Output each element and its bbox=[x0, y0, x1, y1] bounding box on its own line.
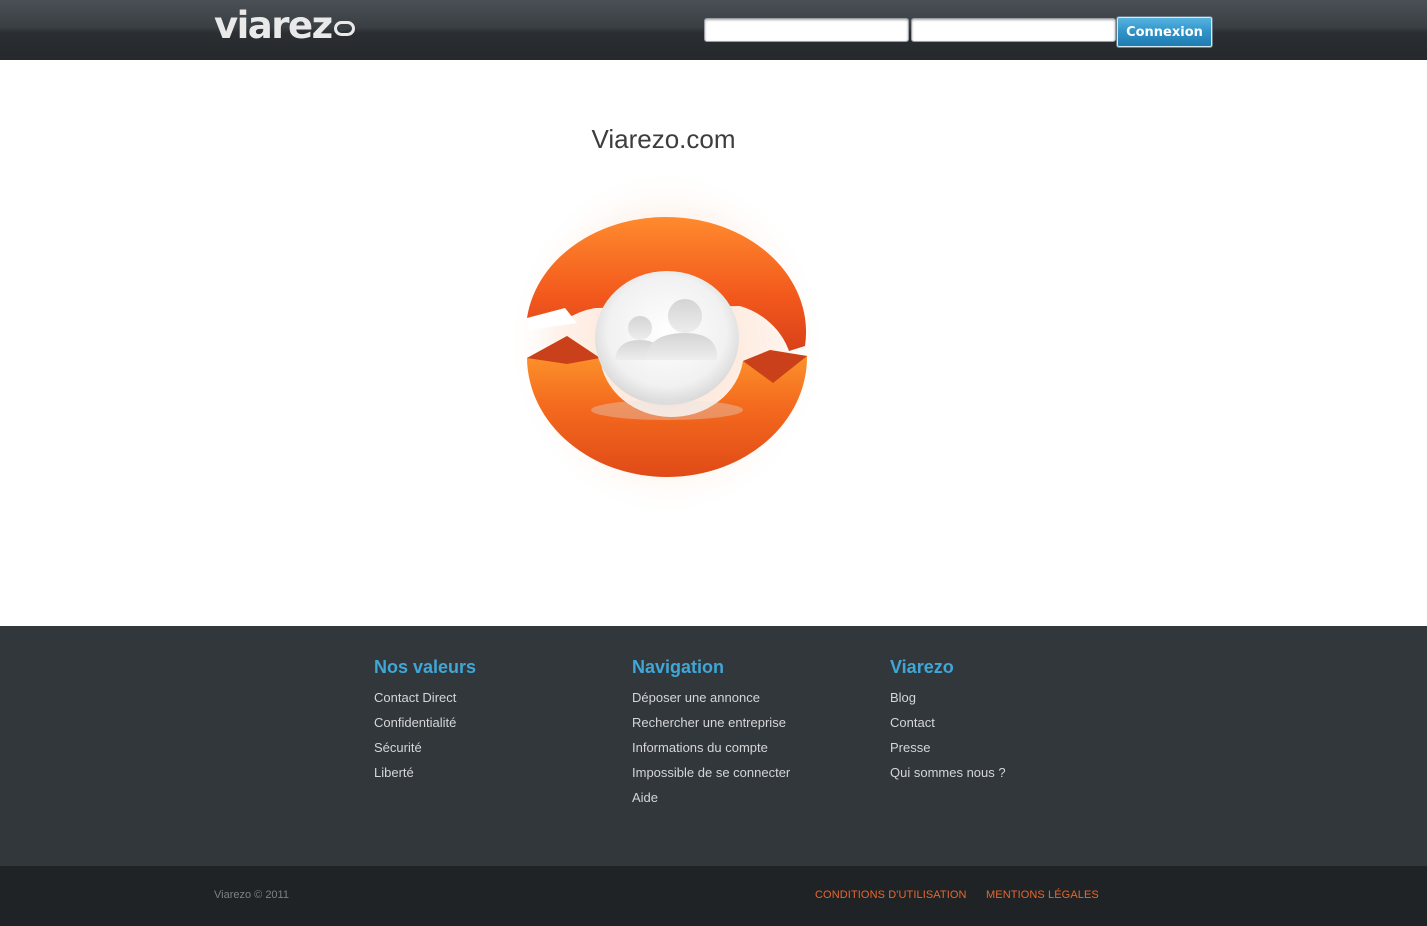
logo-o-icon bbox=[333, 21, 355, 36]
footer-link-cannot-login[interactable]: Impossible de se connecter bbox=[632, 765, 790, 790]
top-bar: viarez Connexion bbox=[0, 0, 1427, 60]
legal-notice-link[interactable]: MENTIONS LÉGALES bbox=[986, 889, 1099, 901]
page-title: Viarezo.com bbox=[591, 124, 736, 154]
footer-link-security[interactable]: Sécurité bbox=[374, 740, 476, 765]
terms-of-use-link[interactable]: CONDITIONS D'UTILISATION bbox=[815, 889, 967, 901]
footer-link-account-info[interactable]: Informations du compte bbox=[632, 740, 790, 765]
bottom-bar: Viarezo © 2011 CONDITIONS D'UTILISATION … bbox=[0, 866, 1427, 926]
copyright-text: Viarezo © 2011 bbox=[214, 889, 289, 901]
viarezo-hero-logo bbox=[507, 168, 825, 518]
footer-column-navigation: Navigation Déposer une annonce Recherche… bbox=[632, 656, 790, 815]
footer-link-blog[interactable]: Blog bbox=[890, 690, 1006, 715]
footer-link-post-ad[interactable]: Déposer une annonce bbox=[632, 690, 790, 715]
username-input[interactable] bbox=[704, 18, 909, 42]
viarezo-logo[interactable]: viarez bbox=[214, 7, 355, 44]
footer-link-freedom[interactable]: Liberté bbox=[374, 765, 476, 790]
footer-link-press[interactable]: Presse bbox=[890, 740, 1006, 765]
footer-heading: Navigation bbox=[632, 657, 725, 677]
footer-link-confidentiality[interactable]: Confidentialité bbox=[374, 715, 476, 740]
footer-link-help[interactable]: Aide bbox=[632, 790, 790, 815]
footer-heading: Nos valeurs bbox=[374, 657, 477, 677]
footer-column-viarezo: Viarezo Blog Contact Presse Qui sommes n… bbox=[890, 656, 1006, 790]
footer: Nos valeurs Contact Direct Confidentiali… bbox=[0, 626, 1427, 866]
footer-link-contact[interactable]: Contact bbox=[890, 715, 1006, 740]
footer-heading: Viarezo bbox=[890, 657, 954, 677]
footer-column-values: Nos valeurs Contact Direct Confidentiali… bbox=[374, 656, 476, 790]
footer-link-about-us[interactable]: Qui sommes nous ? bbox=[890, 765, 1006, 790]
logo-text: viarez bbox=[214, 4, 333, 47]
login-button[interactable]: Connexion bbox=[1117, 17, 1212, 47]
password-input[interactable] bbox=[911, 18, 1116, 42]
footer-link-contact-direct[interactable]: Contact Direct bbox=[374, 690, 476, 715]
footer-link-search-company[interactable]: Rechercher une entreprise bbox=[632, 715, 790, 740]
